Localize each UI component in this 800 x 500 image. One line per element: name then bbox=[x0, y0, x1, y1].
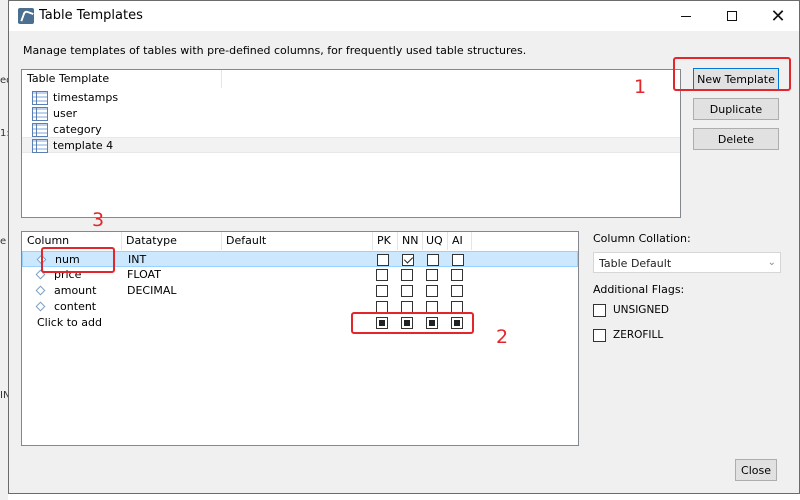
header-divider bbox=[221, 232, 222, 250]
chevron-down-icon: ⌄ bbox=[767, 257, 776, 268]
pk-checkbox[interactable] bbox=[376, 285, 388, 297]
template-item-label: category bbox=[53, 123, 102, 136]
delete-button[interactable]: Delete bbox=[693, 128, 779, 150]
template-item[interactable]: timestamps bbox=[22, 90, 680, 106]
column-header-pk: PK bbox=[377, 234, 391, 247]
nn-checkbox[interactable] bbox=[401, 269, 413, 281]
maximize-button[interactable] bbox=[709, 1, 755, 31]
add-column-row[interactable]: Click to add bbox=[22, 315, 578, 331]
nn-checkbox[interactable] bbox=[401, 285, 413, 297]
column-row[interactable]: content bbox=[22, 299, 578, 315]
header-divider bbox=[397, 232, 398, 250]
zerofill-checkbox[interactable] bbox=[593, 329, 606, 342]
column-header-ai: AI bbox=[452, 234, 463, 247]
template-list-header: Table Template bbox=[27, 72, 110, 85]
template-list[interactable]: Table Template timestamps user category … bbox=[21, 69, 681, 218]
table-icon bbox=[32, 123, 48, 137]
column-name[interactable]: amount bbox=[54, 284, 96, 297]
title-bar[interactable]: Table Templates ✕ bbox=[9, 1, 799, 31]
mysql-workbench-icon bbox=[18, 8, 34, 24]
column-header-datatype: Datatype bbox=[126, 234, 177, 247]
column-header-column: Column bbox=[27, 234, 70, 247]
header-divider bbox=[471, 232, 472, 250]
header-divider bbox=[447, 232, 448, 250]
annotation-box-3 bbox=[41, 247, 115, 273]
header-divider bbox=[121, 232, 122, 250]
minimize-button[interactable] bbox=[663, 1, 709, 31]
template-item-selected[interactable]: template 4 bbox=[22, 137, 680, 153]
column-datatype[interactable]: DECIMAL bbox=[127, 284, 177, 297]
header-divider bbox=[372, 232, 373, 250]
annotation-box-2 bbox=[351, 312, 474, 334]
duplicate-button[interactable]: Duplicate bbox=[693, 98, 779, 120]
ai-checkbox[interactable] bbox=[451, 269, 463, 281]
ai-checkbox[interactable] bbox=[452, 254, 464, 266]
annotation-box-1 bbox=[673, 57, 791, 91]
table-icon bbox=[32, 107, 48, 121]
nn-checkbox[interactable] bbox=[402, 254, 414, 266]
unsigned-checkbox[interactable] bbox=[593, 304, 606, 317]
column-diamond-icon bbox=[35, 301, 46, 312]
minimize-icon bbox=[681, 15, 691, 17]
column-datatype[interactable]: FLOAT bbox=[127, 268, 161, 281]
column-header-uq: UQ bbox=[426, 234, 443, 247]
close-window-button[interactable]: ✕ bbox=[755, 1, 800, 31]
annotation-number-1: 1 bbox=[634, 76, 647, 98]
header-divider bbox=[422, 232, 423, 250]
uq-checkbox[interactable] bbox=[426, 269, 438, 281]
annotation-number-2: 2 bbox=[496, 326, 509, 348]
uq-checkbox[interactable] bbox=[427, 254, 439, 266]
maximize-icon bbox=[727, 11, 737, 21]
column-collation-value: Table Default bbox=[599, 257, 672, 270]
table-icon bbox=[32, 139, 48, 153]
ai-checkbox[interactable] bbox=[451, 285, 463, 297]
close-icon: ✕ bbox=[770, 5, 786, 27]
column-collation-label: Column Collation: bbox=[593, 232, 691, 245]
column-name[interactable]: content bbox=[54, 300, 96, 313]
template-item-label: user bbox=[53, 107, 77, 120]
uq-checkbox[interactable] bbox=[426, 285, 438, 297]
column-row[interactable]: amount DECIMAL bbox=[22, 283, 578, 299]
column-diamond-icon bbox=[35, 285, 46, 296]
column-datatype[interactable]: INT bbox=[128, 253, 146, 266]
column-collation-select[interactable]: Table Default ⌄ bbox=[593, 252, 781, 273]
template-item[interactable]: category bbox=[22, 122, 680, 138]
background-fragment: e bbox=[0, 236, 7, 247]
template-item-label: template 4 bbox=[53, 139, 114, 152]
table-icon bbox=[32, 91, 48, 105]
column-header-default: Default bbox=[226, 234, 267, 247]
unsigned-label: UNSIGNED bbox=[613, 304, 670, 316]
pk-checkbox[interactable] bbox=[376, 269, 388, 281]
template-item-label: timestamps bbox=[53, 91, 119, 104]
dialog-description: Manage templates of tables with pre-defi… bbox=[23, 44, 527, 57]
window-title: Table Templates bbox=[39, 8, 143, 23]
column-header-nn: NN bbox=[402, 234, 419, 247]
template-item[interactable]: user bbox=[22, 106, 680, 122]
click-to-add-label[interactable]: Click to add bbox=[37, 316, 102, 329]
close-button[interactable]: Close bbox=[735, 459, 777, 481]
pk-checkbox[interactable] bbox=[377, 254, 389, 266]
additional-flags-label: Additional Flags: bbox=[593, 283, 685, 296]
annotation-number-3: 3 bbox=[92, 209, 105, 231]
header-divider bbox=[221, 70, 222, 88]
zerofill-label: ZEROFILL bbox=[613, 329, 664, 341]
